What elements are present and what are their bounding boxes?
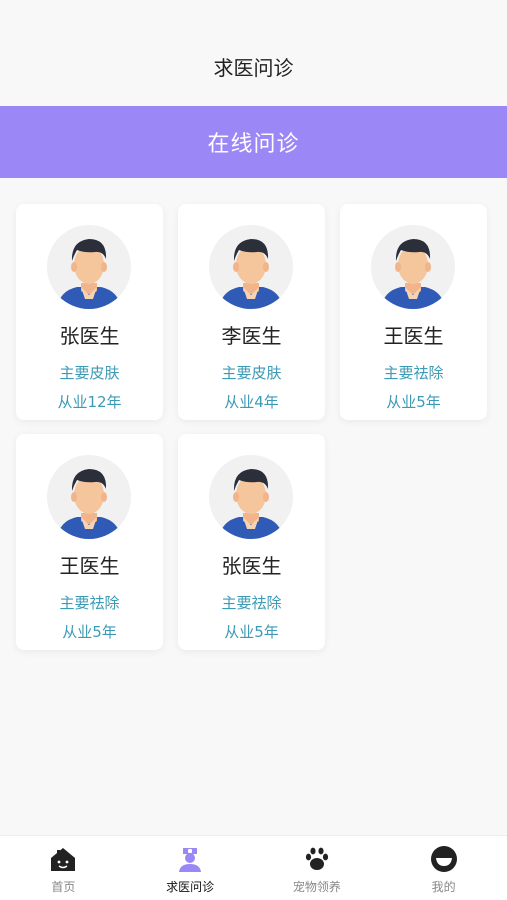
doctor-avatar-icon — [371, 225, 455, 309]
doctor-specialty: 主要祛除 — [221, 594, 282, 612]
doctor-avatar — [47, 455, 131, 539]
paw-icon — [305, 847, 328, 870]
tab-label: 首页 — [51, 880, 76, 894]
tab-consult[interactable]: 求医问诊 — [127, 836, 254, 900]
tab-mine[interactable]: 我的 — [380, 836, 507, 900]
doctor-avatar-icon — [47, 455, 131, 539]
tab-label: 求医问诊 — [166, 880, 215, 894]
doctor-card[interactable]: 王医生 主要祛除 从业5年 — [340, 204, 487, 420]
smile-icon — [430, 846, 457, 872]
doctor-avatar-icon — [209, 225, 293, 309]
tab-label: 我的 — [431, 880, 456, 894]
doctor-card[interactable]: 王医生 主要祛除 从业5年 — [16, 434, 163, 650]
bottom-tab-bar: 首页 求医问诊 宠物领养 我的 — [0, 835, 507, 900]
doctor-avatar — [371, 225, 455, 309]
doctor-specialty: 主要祛除 — [59, 594, 120, 612]
doctor-card[interactable]: 张医生 主要祛除 从业5年 — [178, 434, 325, 650]
doctor-experience: 从业12年 — [57, 393, 122, 411]
page-title: 求医问诊 — [213, 56, 294, 80]
doctor-specialty: 主要皮肤 — [59, 364, 120, 382]
doctor-name: 张医生 — [221, 554, 282, 578]
doctor-card[interactable]: 李医生 主要皮肤 从业4年 — [178, 204, 325, 420]
online-consult-banner[interactable]: 在线问诊 — [0, 106, 507, 178]
doctor-avatar — [209, 455, 293, 539]
doctor-avatar — [209, 225, 293, 309]
tab-home[interactable]: 首页 — [0, 836, 127, 900]
banner-title: 在线问诊 — [207, 132, 300, 157]
doctor-name: 王医生 — [59, 554, 120, 578]
tab-adopt[interactable]: 宠物领养 — [254, 836, 381, 900]
home-icon — [51, 848, 76, 871]
doctor-experience: 从业5年 — [62, 623, 117, 641]
doctor-experience: 从业5年 — [224, 623, 279, 641]
doctor-card[interactable]: 张医生 主要皮肤 从业12年 — [16, 204, 163, 420]
doctor-avatar-icon — [47, 225, 131, 309]
doctor-experience: 从业4年 — [224, 393, 279, 411]
doctor-avatar-icon — [209, 455, 293, 539]
doctor-specialty: 主要皮肤 — [221, 364, 282, 382]
doctor-name: 李医生 — [221, 324, 282, 348]
doctor-experience: 从业5年 — [386, 393, 441, 411]
doctor-name: 张医生 — [59, 324, 120, 348]
top-bar: 求医问诊 — [0, 0, 507, 106]
doctor-specialty: 主要祛除 — [383, 364, 444, 382]
tab-label: 宠物领养 — [292, 880, 341, 894]
doctor-name: 王医生 — [383, 324, 444, 348]
doctor-avatar — [47, 225, 131, 309]
nurse-icon — [179, 848, 202, 872]
